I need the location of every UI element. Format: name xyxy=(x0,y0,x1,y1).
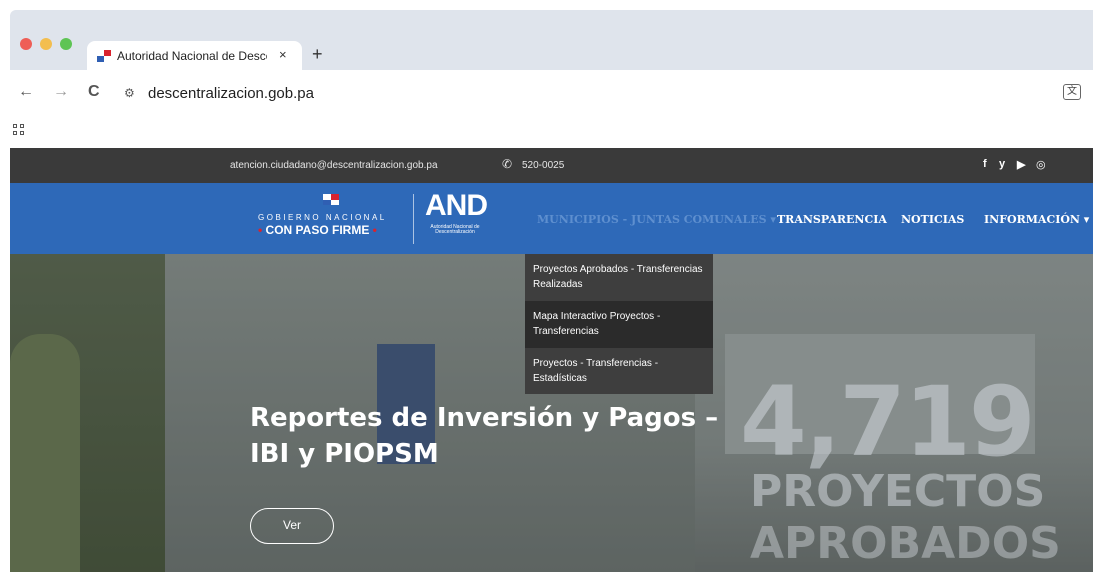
ver-button[interactable]: Ver xyxy=(250,508,334,544)
menu-transparencia[interactable]: TRANSPARENCIA xyxy=(777,213,887,226)
contact-email-link[interactable]: atencion.ciudadano@descentralizacion.gob… xyxy=(230,160,438,171)
dropdown-item-proyectos-aprobados[interactable]: Proyectos Aprobados - Transferencias Rea… xyxy=(525,254,713,301)
browser-tab[interactable]: Autoridad Nacional de Descentralización … xyxy=(87,41,302,71)
con-paso-firme-text: CON PASO FIRME xyxy=(265,223,370,237)
panama-flag-favicon-icon xyxy=(97,50,111,62)
gobierno-nacional-text: GOBIERNO NACIONAL xyxy=(258,213,387,222)
window-top xyxy=(0,0,1093,10)
menu-informacion[interactable]: INFORMACIÓN ▾ xyxy=(984,213,1089,226)
projects-count: 4,719 xyxy=(740,366,1036,478)
maximize-window-button[interactable] xyxy=(60,38,72,50)
dropdown-item-mapa-interactivo[interactable]: Mapa Interactivo Proyectos - Transferenc… xyxy=(525,301,713,348)
panama-flag-icon xyxy=(323,194,339,205)
bookmarks-bar xyxy=(10,113,1093,148)
close-window-button[interactable] xyxy=(20,38,32,50)
hero-title: Reportes de Inversión y Pagos – IBI y PI… xyxy=(250,400,730,472)
projects-label-line-2: APROBADOS xyxy=(750,518,1061,569)
facebook-icon[interactable]: f xyxy=(983,158,987,170)
contact-topbar: atencion.ciudadano@descentralizacion.gob… xyxy=(10,148,1093,183)
projects-label-line-1: PROYECTOS xyxy=(750,466,1046,517)
new-tab-button[interactable]: + xyxy=(312,44,323,65)
and-logo[interactable]: AND xyxy=(425,189,488,223)
twitter-icon[interactable]: y xyxy=(999,158,1005,170)
phone-icon: ✆ xyxy=(502,157,513,171)
municipios-dropdown: Proyectos Aprobados - Transferencias Rea… xyxy=(525,254,713,394)
instagram-icon[interactable]: ◎ xyxy=(1036,158,1046,171)
logo-divider xyxy=(413,194,414,244)
menu-municipios[interactable]: MUNICIPIOS - JUNTAS COMUNALES ▾ xyxy=(537,213,776,226)
tab-close-icon[interactable]: × xyxy=(279,47,287,62)
and-logo-subtitle: Autoridad Nacional de Descentralización xyxy=(430,224,480,235)
back-icon[interactable]: ← xyxy=(18,83,34,101)
dropdown-item-estadisticas[interactable]: Proyectos - Transferencias - Estadística… xyxy=(525,348,713,395)
menu-noticias[interactable]: NOTICIAS xyxy=(901,213,964,226)
con-paso-firme-logo[interactable]: • CON PASO FIRME • xyxy=(258,223,377,237)
main-navbar: GOBIERNO NACIONAL • CON PASO FIRME • AND… xyxy=(10,183,1093,254)
apps-grid-icon[interactable] xyxy=(13,124,25,136)
reload-icon[interactable]: C xyxy=(88,83,100,101)
tab-title: Autoridad Nacional de Descentralización xyxy=(117,49,267,63)
hero-title-line-1: Reportes de Inversión y Pagos – xyxy=(250,403,719,433)
hero-title-line-2: IBI y PIOPSM xyxy=(250,439,439,469)
youtube-icon[interactable]: ▶ xyxy=(1017,158,1025,171)
minimize-window-button[interactable] xyxy=(40,38,52,50)
address-bar[interactable]: descentralizacion.gob.pa xyxy=(148,85,314,102)
site-settings-icon[interactable]: ⚙ xyxy=(124,86,135,100)
website-viewport: atencion.ciudadano@descentralizacion.gob… xyxy=(10,148,1093,572)
forward-icon[interactable]: → xyxy=(53,83,69,101)
translate-icon[interactable]: 文 xyxy=(1063,84,1081,100)
contact-phone[interactable]: 520-0025 xyxy=(522,160,564,171)
